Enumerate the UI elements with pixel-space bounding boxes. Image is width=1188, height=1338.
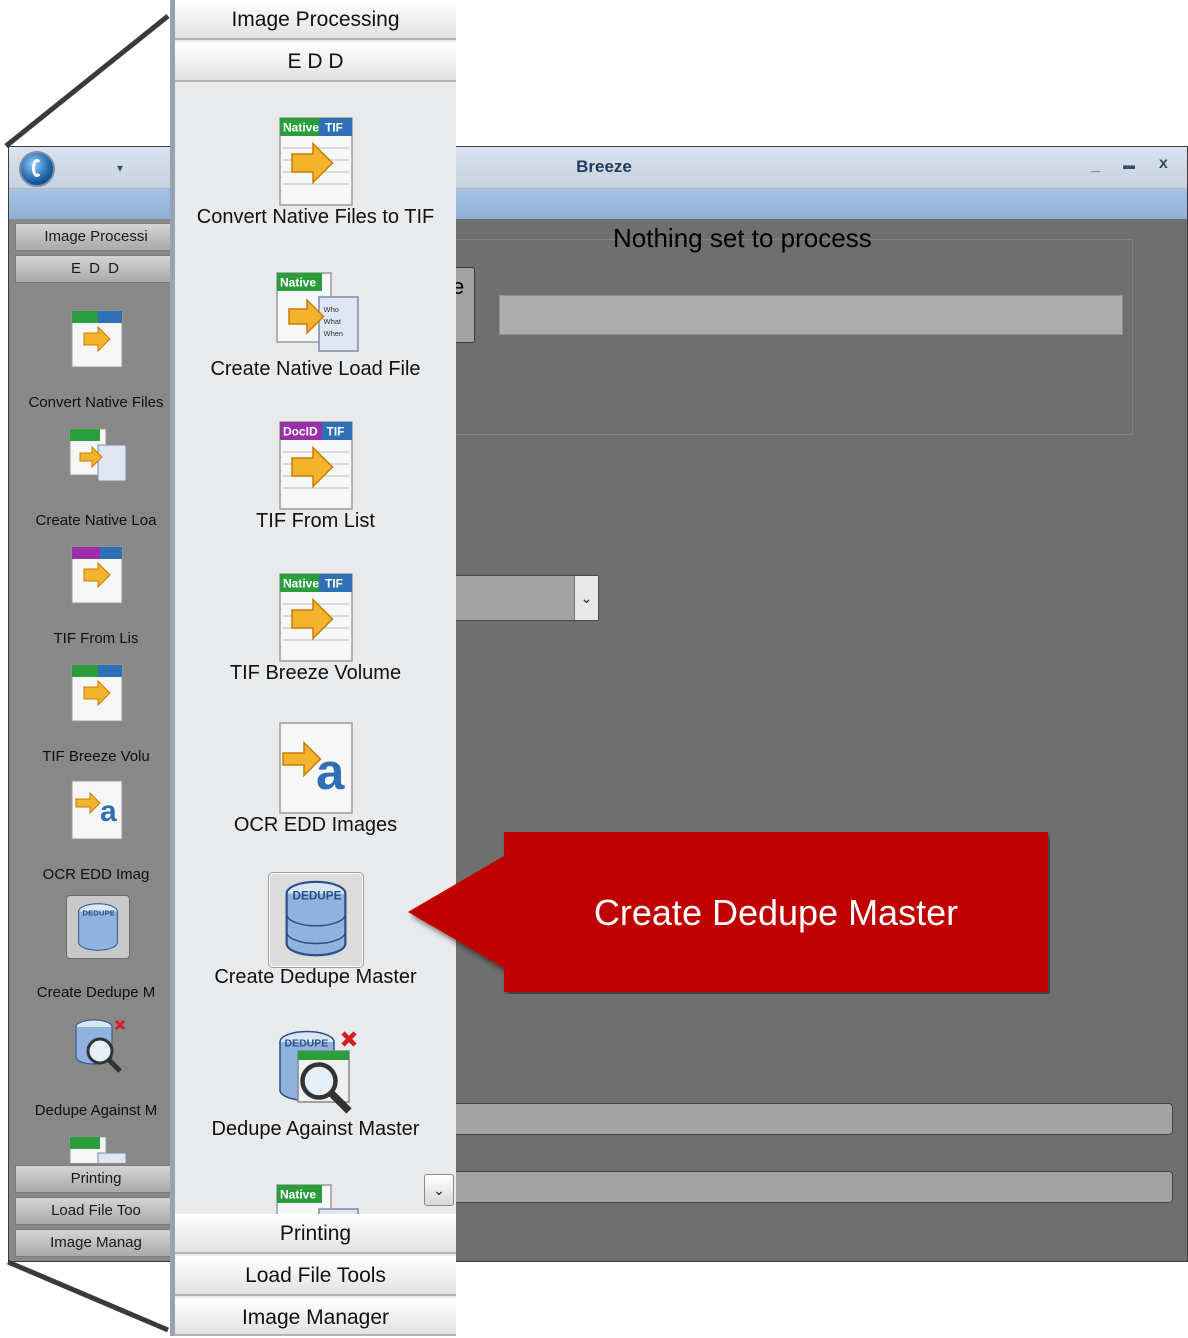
svg-text:TIF: TIF <box>325 121 343 135</box>
callout-label: Create Dedupe Master <box>593 892 959 933</box>
native-load-file-icon: Native Who What <box>275 1184 359 1214</box>
process-panel <box>449 239 1133 435</box>
window-title: Breeze <box>576 157 632 176</box>
small-section-edd[interactable]: E D D <box>15 255 177 283</box>
sidebar-item-create-native-load-file[interactable]: Native Who What When Create Native Load … <box>175 246 456 398</box>
sidebar-item-convert-native-files[interactable]: Native TIF Convert Native Files to TIF <box>175 94 456 246</box>
native-tif-volume-icon: Native TIF <box>278 573 353 662</box>
svg-text:TIF: TIF <box>326 425 344 439</box>
small-section-image-processing[interactable]: Image Processi <box>15 223 177 251</box>
scroll-down-button[interactable]: ⌄ <box>424 1174 454 1206</box>
svg-text:Native: Native <box>283 577 319 591</box>
maximize-button[interactable]: ▬ <box>1123 158 1135 172</box>
sidebar-item-label: TIF Breeze Volume <box>229 662 402 684</box>
svg-text:a: a <box>316 743 345 800</box>
overall-progress-bar <box>449 1103 1173 1135</box>
close-button[interactable]: x <box>1159 155 1168 173</box>
small-item-label: TIF From Lis <box>53 630 139 647</box>
file-progress-bar <box>449 1171 1173 1203</box>
small-section-printing[interactable]: Printing <box>15 1165 177 1193</box>
small-item-tif-from-list[interactable]: TIF From Lis <box>15 533 177 651</box>
section-edd[interactable]: E D D <box>175 42 456 82</box>
minimize-button[interactable]: _ <box>1091 157 1100 175</box>
docid-tif-icon <box>71 546 123 604</box>
sidebar-item-label: Dedupe Against Master <box>211 1118 420 1140</box>
small-sidebar: Image Processi E D D Convert Native File… <box>9 219 177 1261</box>
small-item-label: TIF Breeze Volu <box>42 748 150 765</box>
ocr-icon: a <box>278 722 353 814</box>
svg-text:TIF: TIF <box>325 577 343 591</box>
svg-text:When: When <box>323 329 343 338</box>
small-item-create-dedupe-master[interactable]: DEDUPE Create Dedupe M <box>15 887 177 1005</box>
sidebar-item-native-load-partial[interactable]: Native Who What <box>175 1158 456 1214</box>
small-item-convert-native[interactable]: Convert Native Files <box>15 297 177 415</box>
sidebar-item-label: Convert Native Files to TIF <box>196 206 435 228</box>
svg-text:DEDUPE: DEDUPE <box>83 908 115 917</box>
small-item-tif-breeze-volume[interactable]: TIF Breeze Volu <box>15 651 177 769</box>
native-to-tif-icon: Native TIF <box>278 117 353 206</box>
zoomed-sidebar: Image Processing E D D Native TIF Conver… <box>170 0 456 1336</box>
native-to-tif-icon <box>71 310 123 368</box>
svg-text:What: What <box>323 317 341 326</box>
sidebar-item-dedupe-against-master[interactable]: DEDUPE Dedupe Against Master <box>175 1006 456 1158</box>
small-item-label: Convert Native Files <box>28 394 164 411</box>
small-item-ocr-edd[interactable]: a OCR EDD Imag <box>15 769 177 887</box>
svg-text:DocID: DocID <box>283 425 318 439</box>
small-item-label: Create Dedupe M <box>36 984 156 1001</box>
small-item-label: OCR EDD Imag <box>42 866 150 883</box>
app-menu-orb-icon[interactable] <box>19 151 55 187</box>
dedupe-database-icon: DEDUPE <box>267 872 364 968</box>
ocr-icon: a <box>71 780 123 840</box>
small-item-create-native-load[interactable]: Create Native Loa <box>15 415 177 533</box>
svg-text:Native: Native <box>283 121 319 135</box>
native-tif-volume-icon <box>71 664 123 722</box>
sidebar-item-tif-from-list[interactable]: DocID TIF TIF From List <box>175 398 456 550</box>
section-image-processing[interactable]: Image Processing <box>175 0 456 40</box>
small-item-partial[interactable] <box>15 1123 177 1163</box>
section-image-manager[interactable]: Image Manager <box>175 1298 456 1336</box>
svg-text:Who: Who <box>323 305 338 314</box>
dedupe-database-icon: DEDUPE <box>66 895 130 959</box>
sidebar-item-label: Create Native Load File <box>210 358 421 380</box>
svg-text:a: a <box>100 795 117 828</box>
small-item-dedupe-against-master[interactable]: Dedupe Against M <box>15 1005 177 1123</box>
docid-tif-icon: DocID TIF <box>278 421 353 510</box>
native-load-file-icon <box>69 1136 127 1163</box>
sidebar-item-tif-breeze-volume[interactable]: Native TIF TIF Breeze Volume <box>175 550 456 702</box>
small-section-image-manager[interactable]: Image Manag <box>15 1229 177 1257</box>
native-load-file-icon: Native Who What When <box>275 272 359 352</box>
svg-text:Native: Native <box>280 276 316 290</box>
dedupe-search-icon <box>75 1019 126 1073</box>
svg-text:DEDUPE: DEDUPE <box>284 1038 328 1050</box>
svg-text:Native: Native <box>280 1188 316 1202</box>
small-item-label: Dedupe Against M <box>34 1102 158 1119</box>
native-load-file-icon <box>69 428 127 482</box>
option-dropdown[interactable]: ⌄ <box>449 575 599 621</box>
status-heading: Nothing set to process <box>613 223 872 253</box>
section-printing[interactable]: Printing <box>175 1214 456 1254</box>
small-section-load-file-tools[interactable]: Load File Too <box>15 1197 177 1225</box>
section-load-file-tools[interactable]: Load File Tools <box>175 1256 456 1296</box>
process-progress-bar <box>499 295 1123 335</box>
dedupe-search-icon: DEDUPE <box>278 1030 357 1114</box>
svg-text:DEDUPE: DEDUPE <box>292 889 341 902</box>
sidebar-item-label: TIF From List <box>256 510 375 532</box>
quick-access-dropdown-icon[interactable]: ▾ <box>117 161 123 175</box>
small-item-label: Create Native Loa <box>35 512 157 529</box>
chevron-down-icon[interactable]: ⌄ <box>574 576 598 620</box>
